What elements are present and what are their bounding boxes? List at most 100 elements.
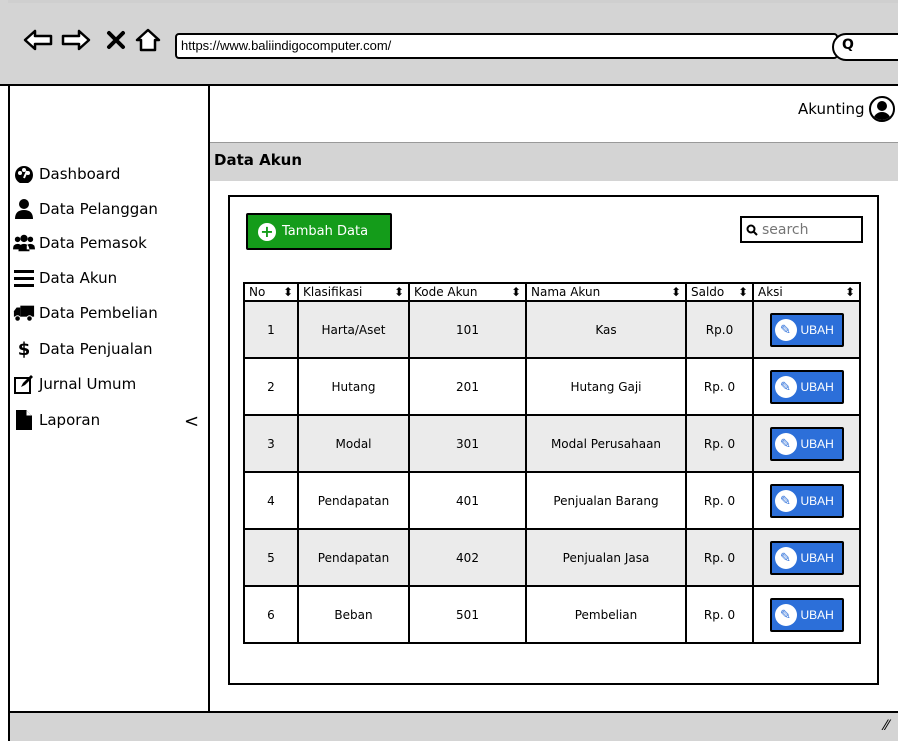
cell-nama-akun: Hutang Gaji — [527, 359, 687, 414]
table-header: No ⬍ Klasifikasi ⬍ Kode Akun ⬍ Nama Akun ⬍ S… — [245, 284, 859, 302]
edit-button[interactable]: ✎ UBAH — [769, 483, 844, 518]
column-header-kode-akun[interactable]: Kode Akun ⬍ — [410, 284, 527, 300]
table-row: 6 Beban 501 Pembelian Rp. 0 ✎ UBAH — [245, 587, 859, 642]
list-icon — [13, 268, 35, 288]
cell-aksi: ✎ UBAH — [754, 530, 859, 585]
column-header-nama-akun[interactable]: Nama Akun ⬍ — [527, 284, 687, 300]
column-header-saldo[interactable]: Saldo ⬍ — [687, 284, 754, 300]
sort-icon: ⬍ — [844, 285, 855, 299]
accounts-table: No ⬍ Klasifikasi ⬍ Kode Akun ⬍ Nama Akun ⬍ S… — [243, 282, 861, 644]
cell-klasifikasi: Beban — [299, 587, 410, 642]
pencil-icon: ✎ — [774, 603, 797, 626]
search-field[interactable] — [740, 216, 863, 243]
url-input[interactable]: https://www.baliindigocomputer.com/ — [175, 33, 838, 59]
cell-nama-akun: Modal Perusahaan — [527, 416, 687, 471]
sidebar-item-data-pemasok[interactable]: Data Pemasok — [13, 233, 147, 253]
chevron-left-icon[interactable]: < — [184, 411, 199, 432]
cell-no: 4 — [245, 473, 299, 528]
edit-button[interactable]: ✎ UBAH — [769, 369, 844, 404]
cell-kode-akun: 101 — [410, 302, 527, 357]
cell-klasifikasi: Modal — [299, 416, 410, 471]
browser-search-button[interactable]: Q — [832, 33, 898, 61]
table-row: 2 Hutang 201 Hutang Gaji Rp. 0 ✎ UBAH — [245, 359, 859, 416]
user-menu[interactable]: Akunting — [798, 96, 895, 122]
cell-saldo: Rp. 0 — [687, 359, 754, 414]
forward-arrow-icon[interactable] — [60, 22, 92, 58]
sort-icon: ⬍ — [670, 285, 681, 299]
edit-button[interactable]: ✎ UBAH — [769, 426, 844, 461]
avatar-icon — [868, 96, 895, 122]
sidebar-item-laporan[interactable]: Laporan — [13, 410, 100, 430]
sort-icon: ⬍ — [737, 285, 748, 299]
home-icon[interactable] — [134, 22, 162, 58]
cell-no: 6 — [245, 587, 299, 642]
table-row: 3 Modal 301 Modal Perusahaan Rp. 0 ✎ UBAH — [245, 416, 859, 473]
close-icon[interactable] — [104, 22, 128, 58]
sort-icon: ⬍ — [282, 285, 293, 299]
sidebar-item-data-akun[interactable]: Data Akun — [13, 268, 117, 288]
search-input[interactable] — [762, 221, 852, 238]
edit-button[interactable]: ✎ UBAH — [769, 540, 844, 575]
sidebar-item-label: Data Penjualan — [39, 340, 153, 358]
cell-no: 5 — [245, 530, 299, 585]
sidebar-item-data-penjualan[interactable]: $ Data Penjualan — [13, 339, 153, 360]
sidebar-item-label: Data Pemasok — [39, 234, 147, 252]
edit-button[interactable]: ✎ UBAH — [769, 597, 844, 632]
column-header-no[interactable]: No ⬍ — [245, 284, 299, 300]
pencil-icon: ✎ — [774, 318, 797, 341]
cell-kode-akun: 301 — [410, 416, 527, 471]
sidebar-item-jurnal-umum[interactable]: Jurnal Umum — [13, 374, 136, 394]
back-arrow-icon[interactable] — [22, 22, 54, 58]
cell-kode-akun: 401 — [410, 473, 527, 528]
cell-nama-akun: Penjualan Barang — [527, 473, 687, 528]
cell-saldo: Rp.0 — [687, 302, 754, 357]
add-data-label: Tambah Data — [282, 224, 369, 239]
table-row: 4 Pendapatan 401 Penjualan Barang Rp. 0 … — [245, 473, 859, 530]
cell-no: 3 — [245, 416, 299, 471]
edit-button[interactable]: ✎ UBAH — [769, 312, 844, 347]
cell-saldo: Rp. 0 — [687, 473, 754, 528]
cell-klasifikasi: Pendapatan — [299, 530, 410, 585]
pencil-icon: ✎ — [774, 546, 797, 569]
file-icon — [13, 410, 35, 430]
cell-saldo: Rp. 0 — [687, 587, 754, 642]
cell-aksi: ✎ UBAH — [754, 587, 859, 642]
column-header-klasifikasi[interactable]: Klasifikasi ⬍ — [299, 284, 410, 300]
page-title: Data Akun — [214, 151, 303, 169]
search-icon — [746, 224, 758, 236]
sort-icon: ⬍ — [393, 285, 404, 299]
sidebar-item-data-pelanggan[interactable]: Data Pelanggan — [13, 199, 158, 219]
cell-aksi: ✎ UBAH — [754, 416, 859, 471]
cell-aksi: ✎ UBAH — [754, 302, 859, 357]
users-icon — [13, 233, 35, 253]
cell-no: 1 — [245, 302, 299, 357]
plus-circle-icon: + — [258, 222, 276, 241]
sidebar-item-label: Dashboard — [39, 165, 121, 183]
dashboard-icon — [13, 164, 35, 184]
cell-kode-akun: 201 — [410, 359, 527, 414]
cell-nama-akun: Kas — [527, 302, 687, 357]
cell-aksi: ✎ UBAH — [754, 359, 859, 414]
cell-nama-akun: Pembelian — [527, 587, 687, 642]
cell-saldo: Rp. 0 — [687, 416, 754, 471]
browser-toolbar: https://www.baliindigocomputer.com/ Q — [0, 0, 898, 86]
sidebar-item-data-pembelian[interactable]: Data Pembelian — [13, 303, 158, 323]
sidebar-item-label: Laporan — [39, 411, 101, 429]
sort-icon: ⬍ — [510, 285, 521, 299]
add-data-button[interactable]: + Tambah Data — [246, 213, 392, 250]
sidebar-item-dashboard[interactable]: Dashboard — [13, 164, 120, 184]
column-header-aksi[interactable]: Aksi ⬍ — [754, 284, 859, 300]
cell-klasifikasi: Hutang — [299, 359, 410, 414]
cell-klasifikasi: Pendapatan — [299, 473, 410, 528]
sidebar-item-label: Data Pembelian — [39, 304, 158, 322]
table-row: 5 Pendapatan 402 Penjualan Jasa Rp. 0 ✎ U… — [245, 530, 859, 587]
cell-kode-akun: 501 — [410, 587, 527, 642]
edit-icon — [13, 374, 35, 394]
sidebar: Dashboard Data Pelanggan Data Pemasok Da… — [8, 86, 210, 712]
sidebar-item-label: Jurnal Umum — [39, 375, 137, 393]
cell-nama-akun: Penjualan Jasa — [527, 530, 687, 585]
cell-kode-akun: 402 — [410, 530, 527, 585]
truck-icon — [13, 303, 35, 323]
resize-handle-icon[interactable]: ⁄⁄ — [884, 718, 889, 734]
section-header: Data Akun — [210, 142, 898, 181]
